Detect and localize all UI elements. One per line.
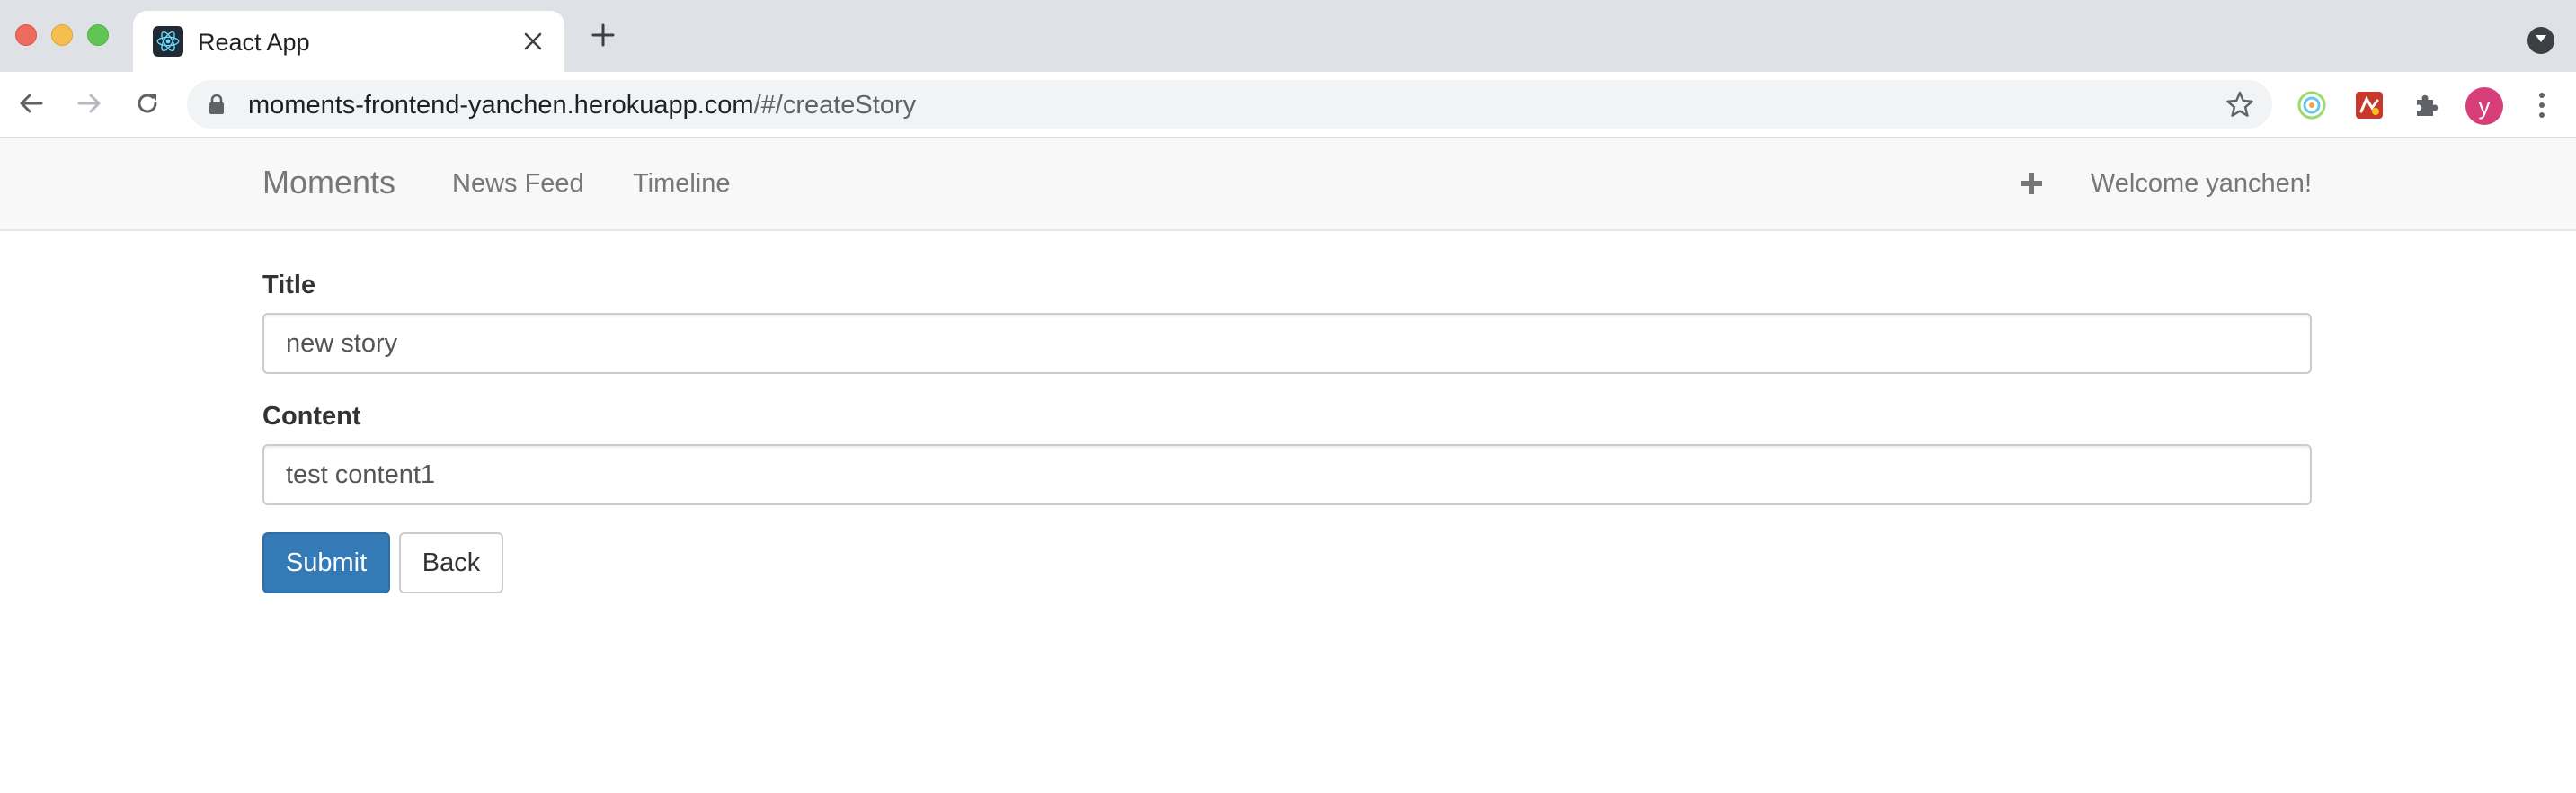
reload-icon	[134, 90, 161, 121]
address-bar[interactable]: moments-frontend-yanchen.herokuapp.com/#…	[187, 80, 2272, 129]
submit-button[interactable]: Submit	[262, 532, 390, 593]
content-group: Content test content1	[262, 401, 2312, 505]
browser-toolbar: moments-frontend-yanchen.herokuapp.com/#…	[0, 72, 2576, 138]
circle-extension-icon[interactable]	[2293, 86, 2331, 124]
content-input[interactable]: test content1	[262, 444, 2312, 505]
arrow-left-icon	[18, 90, 45, 121]
browser-tab[interactable]: React App	[133, 11, 564, 72]
brand-link[interactable]: Moments	[262, 164, 395, 201]
plus-icon[interactable]	[2016, 168, 2047, 199]
react-logo-icon	[153, 26, 183, 57]
title-input[interactable]: new story	[262, 313, 2312, 374]
chevron-down-icon	[2534, 32, 2548, 49]
title-label: Title	[262, 271, 316, 299]
window-close-button[interactable]	[15, 24, 37, 46]
tab-title: React App	[198, 29, 310, 56]
browser-tabstrip: React App	[0, 0, 2576, 72]
content-label: Content	[262, 402, 361, 431]
url-path: /#/createStory	[753, 91, 917, 120]
tab-search-button[interactable]	[2527, 27, 2554, 54]
create-story-form: Title new story Content test content1 Su…	[262, 270, 2312, 593]
app-navbar: Moments News Feed Timeline Welcome yanch…	[0, 138, 2576, 231]
puzzle-icon[interactable]	[2408, 86, 2446, 124]
reload-button[interactable]	[129, 86, 166, 124]
avatar[interactable]: y	[2465, 87, 2503, 125]
window-maximize-button[interactable]	[87, 24, 109, 46]
form-actions: Submit Back	[262, 532, 2312, 593]
forward-button[interactable]	[70, 86, 108, 124]
lock-icon	[209, 94, 225, 120]
kebab-menu-icon[interactable]	[2526, 86, 2558, 124]
back-button[interactable]	[13, 86, 50, 124]
welcome-text: Welcome yanchen!	[2090, 169, 2312, 198]
window-minimize-button[interactable]	[51, 24, 73, 46]
arrow-right-icon	[76, 90, 102, 121]
new-tab-button[interactable]	[584, 18, 622, 56]
url-text: moments-frontend-yanchen.herokuapp.com/#…	[248, 91, 916, 120]
nav-link-timeline[interactable]: Timeline	[633, 169, 731, 199]
plus-icon	[591, 22, 616, 52]
close-icon[interactable]	[518, 26, 548, 57]
star-icon[interactable]	[2225, 90, 2254, 123]
nav-link-news-feed[interactable]: News Feed	[452, 169, 584, 199]
back-button[interactable]: Back	[399, 532, 503, 593]
url-host: moments-frontend-yanchen.herokuapp.com	[248, 91, 754, 120]
red-extension-icon[interactable]	[2350, 86, 2388, 124]
